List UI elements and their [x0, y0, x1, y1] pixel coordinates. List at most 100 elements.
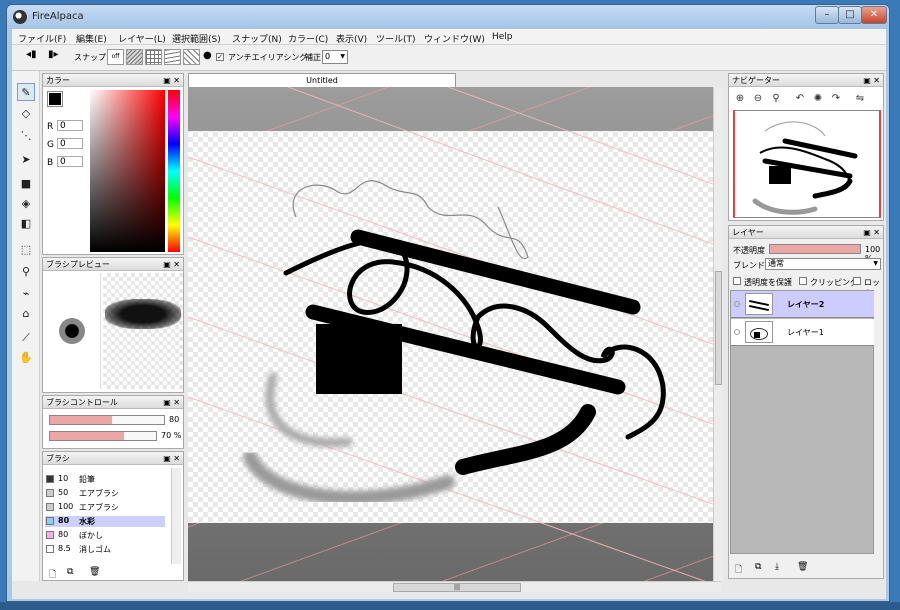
panel-controls-icon[interactable]: ▣ ✕: [163, 396, 180, 409]
snap-grid-button[interactable]: [145, 49, 162, 65]
clipping-checkbox[interactable]: [799, 276, 807, 286]
menu-window[interactable]: ウィンドウ(W): [424, 32, 485, 45]
magic-wand-tool-icon[interactable]: ⚲: [17, 263, 35, 281]
brush-name: 水彩: [79, 517, 95, 526]
brush-item[interactable]: 10 鉛筆: [45, 474, 165, 485]
snap-off-button[interactable]: off: [107, 49, 124, 65]
lock-checkbox[interactable]: [853, 276, 861, 286]
menu-view[interactable]: 表示(V): [336, 32, 367, 45]
foreground-color-swatch[interactable]: [47, 91, 63, 107]
correction-select[interactable]: 0 ▼: [322, 50, 348, 64]
delete-brush-icon[interactable]: 🗑: [89, 567, 100, 577]
panel-controls-icon[interactable]: ▣ ✕: [163, 452, 180, 465]
gradient-tool-icon[interactable]: ◧: [17, 215, 35, 233]
blend-mode-select[interactable]: 通常 ▼: [765, 258, 881, 270]
snap-circle-icon[interactable]: ●: [203, 50, 212, 61]
new-brush-icon[interactable]: 🗋: [49, 567, 56, 583]
brush-name: 鉛筆: [79, 475, 95, 484]
protect-alpha-checkbox[interactable]: [733, 276, 741, 286]
canvas-paper: [188, 131, 721, 523]
antialias-checkbox[interactable]: ✓: [216, 52, 224, 62]
firealpaca-logo-icon: [13, 10, 27, 24]
move-tool-icon[interactable]: ➤: [17, 151, 35, 169]
layer-name: レイヤー1: [787, 328, 824, 337]
zoom-fit-icon[interactable]: ⚲: [769, 92, 783, 106]
menu-color[interactable]: カラー(C): [288, 32, 328, 45]
protect-alpha-label: 透明度を保護: [744, 278, 792, 287]
dot-tool-icon[interactable]: ⋱: [17, 127, 35, 145]
vertical-scroll-thumb[interactable]: [715, 271, 722, 385]
brush-item[interactable]: 80 ぼかし: [45, 530, 165, 541]
g-value: 0: [60, 139, 66, 149]
navigator-panel: ナビゲーター ▣ ✕ ⊕ ⊖ ⚲ ↶ ✺ ↷ ⇋: [728, 73, 884, 221]
navigator-thumbnail[interactable]: [733, 110, 881, 218]
g-input[interactable]: 0: [57, 138, 83, 149]
bucket-tool-icon[interactable]: ◈: [17, 195, 35, 213]
brush-item[interactable]: 100 エアブラシ: [45, 502, 165, 513]
layer-opacity-slider[interactable]: [769, 244, 861, 254]
menu-selection[interactable]: 選択範囲(S): [172, 32, 221, 45]
zoom-out-icon[interactable]: ⊖: [751, 92, 765, 106]
snap-radial-button[interactable]: [164, 49, 181, 65]
brush-control-header: ブラシコントロール ▣ ✕: [43, 396, 183, 409]
menu-tool[interactable]: ツール(T): [376, 32, 416, 45]
brush-color-swatch: [46, 475, 54, 483]
b-input[interactable]: 0: [57, 156, 83, 167]
select-eraser-tool-icon[interactable]: ⌂: [17, 305, 35, 323]
brush-item[interactable]: 8.5 消しゴム: [45, 544, 165, 555]
panel-controls-icon[interactable]: ▣ ✕: [163, 258, 180, 271]
layer-row-1[interactable]: レイヤー1: [731, 319, 874, 346]
panel-controls-icon[interactable]: ▣ ✕: [163, 74, 180, 87]
snap-parallel-button[interactable]: [126, 49, 143, 65]
select-tool-icon[interactable]: ⬚: [17, 241, 35, 259]
menu-file[interactable]: ファイル(F): [18, 32, 66, 45]
new-layer-icon[interactable]: 🗋: [735, 562, 742, 578]
menu-snap[interactable]: スナップ(N): [232, 32, 282, 45]
delete-layer-icon[interactable]: 🗑: [797, 562, 808, 572]
snap-perspective-button[interactable]: [183, 49, 200, 65]
brush-list-scrollbar[interactable]: [171, 468, 181, 564]
hue-slider[interactable]: [168, 90, 180, 252]
rotate-right-icon[interactable]: ↷: [829, 92, 843, 106]
horizontal-scroll-thumb[interactable]: |||: [393, 583, 521, 592]
brush-item[interactable]: 50 エアブラシ: [45, 488, 165, 499]
eraser-tool-icon[interactable]: ◇: [17, 105, 35, 123]
saturation-value-picker[interactable]: [90, 90, 165, 252]
panel-controls-icon[interactable]: ▣ ✕: [863, 74, 880, 87]
visibility-icon[interactable]: [734, 329, 740, 335]
r-input[interactable]: 0: [57, 120, 83, 131]
menu-layer[interactable]: レイヤー(L): [118, 32, 166, 45]
canvas-vertical-scrollbar[interactable]: [713, 87, 723, 581]
rectangle-fill-tool-icon[interactable]: ■: [17, 175, 35, 193]
flip-horizontal-icon[interactable]: ⇋: [853, 92, 867, 106]
zoom-in-icon[interactable]: ⊕: [733, 92, 747, 106]
clipping-label: クリッピング: [810, 278, 858, 287]
canvas-viewport[interactable]: [188, 87, 721, 581]
maximize-button[interactable]: □: [838, 6, 862, 24]
panel-controls-icon[interactable]: ▣ ✕: [863, 226, 880, 239]
undo-icon[interactable]: ◂▮: [26, 49, 37, 60]
minimize-button[interactable]: –: [815, 6, 839, 24]
canvas-horizontal-scrollbar[interactable]: |||: [188, 581, 721, 593]
hand-tool-icon[interactable]: ✋: [17, 349, 35, 367]
brush-stroke-sample: [105, 299, 181, 329]
duplicate-layer-icon[interactable]: ⧉: [755, 562, 761, 572]
redo-icon[interactable]: ▮▸: [48, 49, 59, 60]
brush-size-slider[interactable]: [49, 415, 165, 425]
document-tab[interactable]: Untitled: [188, 73, 456, 87]
select-pen-tool-icon[interactable]: ⌁: [17, 285, 35, 303]
layer-row-2[interactable]: レイヤー2: [731, 291, 874, 318]
close-button[interactable]: ✕: [861, 6, 887, 24]
menu-help[interactable]: Help: [492, 32, 513, 42]
brush-opacity-slider[interactable]: [49, 431, 157, 441]
brush-tool-icon[interactable]: ✎: [17, 83, 35, 101]
menu-edit[interactable]: 編集(E): [76, 32, 107, 45]
duplicate-brush-icon[interactable]: ⧉: [67, 567, 73, 577]
rotate-left-icon[interactable]: ↶: [793, 92, 807, 106]
brush-item[interactable]: 80 水彩: [45, 516, 165, 527]
visibility-icon[interactable]: [734, 301, 740, 307]
merge-layer-icon[interactable]: ⤓: [775, 562, 779, 572]
drawing-canvas[interactable]: [188, 87, 721, 581]
eyedropper-tool-icon[interactable]: ⟋: [17, 329, 35, 347]
rotate-reset-icon[interactable]: ✺: [811, 92, 825, 106]
